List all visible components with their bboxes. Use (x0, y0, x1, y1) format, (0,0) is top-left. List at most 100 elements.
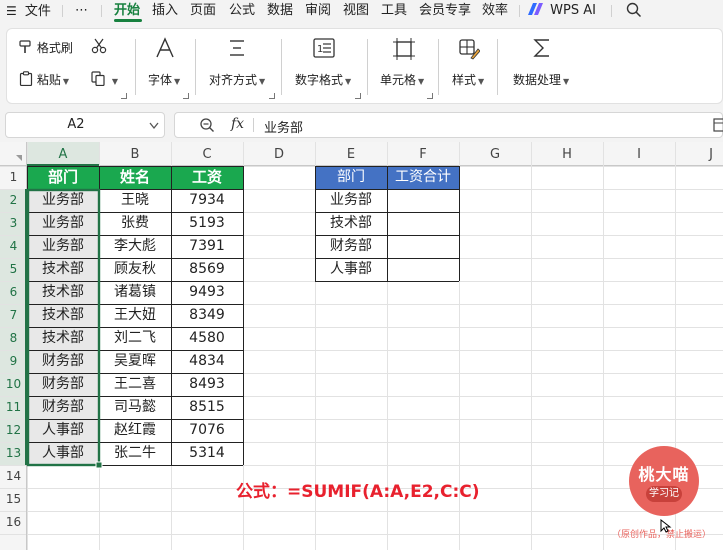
tab-insert[interactable]: 插入 (152, 2, 178, 20)
salary-cell[interactable]: 4580 (171, 327, 243, 350)
dept-cell[interactable]: 技术部 (27, 304, 99, 327)
salary-cell[interactable]: 7076 (171, 419, 243, 442)
dept-cell[interactable]: 技术部 (27, 327, 99, 350)
row-header[interactable]: 6 (0, 281, 27, 304)
row-header[interactable]: 3 (0, 212, 27, 235)
cut-button[interactable] (91, 38, 107, 57)
name-cell[interactable]: 刘二飞 (99, 327, 171, 350)
summary-header-cell[interactable]: 部门 (315, 166, 387, 189)
chevron-down-icon[interactable] (149, 122, 159, 130)
dept-cell[interactable]: 人事部 (27, 419, 99, 442)
tab-review[interactable]: 审阅 (305, 2, 331, 20)
name-cell[interactable]: 王晓 (99, 189, 171, 212)
row-header[interactable]: 9 (0, 350, 27, 373)
tab-data[interactable]: 数据 (267, 2, 293, 20)
dept-cell[interactable]: 财务部 (27, 396, 99, 419)
tab-home[interactable]: 开始 (114, 2, 140, 20)
dept-cell[interactable]: 业务部 (27, 235, 99, 258)
dialog-launcher-icon[interactable] (269, 93, 275, 99)
row-header[interactable]: 2 (0, 189, 27, 212)
column-header-i[interactable]: I (603, 143, 675, 166)
summary-dept-cell[interactable]: 业务部 (315, 189, 387, 212)
dialog-launcher-icon[interactable] (427, 93, 433, 99)
row-header[interactable]: 4 (0, 235, 27, 258)
summary-dept-cell[interactable]: 人事部 (315, 258, 387, 281)
column-header-f[interactable]: F (387, 143, 459, 166)
tab-efficiency[interactable]: 效率 (482, 2, 508, 20)
fx-icon[interactable]: fx (231, 116, 244, 132)
table-header-cell[interactable]: 部门 (27, 166, 99, 189)
name-cell[interactable]: 诸葛镇 (99, 281, 171, 304)
row-header[interactable]: 8 (0, 327, 27, 350)
tab-tools[interactable]: 工具 (381, 2, 407, 20)
name-cell[interactable]: 王大妞 (99, 304, 171, 327)
salary-cell[interactable]: 5314 (171, 442, 243, 465)
row-header[interactable]: 16 (0, 511, 27, 534)
table-header-cell[interactable]: 姓名 (99, 166, 171, 189)
name-cell[interactable]: 赵红霞 (99, 419, 171, 442)
tab-page[interactable]: 页面 (190, 2, 216, 20)
row-header[interactable]: 5 (0, 258, 27, 281)
column-header-e[interactable]: E (315, 143, 387, 166)
menu-file[interactable]: ☰ 文件 (6, 2, 51, 20)
name-cell[interactable]: 吴夏晖 (99, 350, 171, 373)
data-processing-button[interactable]: 数据处理 ▼ (513, 71, 569, 88)
salary-cell[interactable]: 8493 (171, 373, 243, 396)
summary-header-cell[interactable]: 工资合计 (387, 166, 459, 189)
column-header-j[interactable]: J (675, 143, 723, 166)
copy-button[interactable]: ▼ (91, 71, 118, 87)
dept-cell[interactable]: 业务部 (27, 212, 99, 235)
column-header-g[interactable]: G (459, 143, 531, 166)
formula-input[interactable]: fx 业务部 (174, 112, 723, 138)
more-menu-button[interactable]: ⋯ (75, 2, 88, 20)
dept-cell[interactable]: 人事部 (27, 442, 99, 465)
salary-cell[interactable]: 4834 (171, 350, 243, 373)
dept-cell[interactable]: 技术部 (27, 258, 99, 281)
column-header-b[interactable]: B (99, 143, 171, 166)
row-header[interactable]: 1 (0, 166, 27, 189)
salary-cell[interactable]: 8515 (171, 396, 243, 419)
salary-cell[interactable]: 7391 (171, 235, 243, 258)
salary-cell[interactable]: 8349 (171, 304, 243, 327)
tab-formula[interactable]: 公式 (229, 2, 255, 20)
dialog-launcher-icon[interactable] (121, 93, 127, 99)
dept-cell[interactable]: 技术部 (27, 281, 99, 304)
name-cell[interactable]: 王二喜 (99, 373, 171, 396)
format-painter-button[interactable]: 格式刷 (19, 39, 73, 56)
salary-cell[interactable]: 9493 (171, 281, 243, 304)
column-header-h[interactable]: H (531, 143, 603, 166)
dept-cell[interactable]: 财务部 (27, 373, 99, 396)
row-header[interactable]: 13 (0, 442, 27, 465)
name-cell[interactable]: 张费 (99, 212, 171, 235)
row-header[interactable]: 15 (0, 488, 27, 511)
name-cell[interactable]: 李大彪 (99, 235, 171, 258)
salary-cell[interactable]: 7934 (171, 189, 243, 212)
row-header[interactable]: 7 (0, 304, 27, 327)
table-header-cell[interactable]: 工资 (171, 166, 243, 189)
tab-view[interactable]: 视图 (343, 2, 369, 20)
search-button[interactable] (626, 2, 642, 20)
dialog-launcher-icon[interactable] (183, 93, 189, 99)
font-button[interactable]: 字体 ▼ (148, 71, 180, 88)
tab-member[interactable]: 会员专享 (419, 2, 471, 20)
paste-button[interactable]: 粘贴 ▼ (19, 71, 69, 88)
row-header[interactable]: 12 (0, 419, 27, 442)
alignment-button[interactable]: 对齐方式 ▼ (209, 71, 265, 88)
summary-dept-cell[interactable]: 技术部 (315, 212, 387, 235)
wps-ai-button[interactable]: WPS AI (528, 2, 596, 20)
dept-cell[interactable]: 业务部 (27, 189, 99, 212)
salary-cell[interactable]: 5193 (171, 212, 243, 235)
dialog-launcher-icon[interactable] (355, 93, 361, 99)
summary-dept-cell[interactable]: 财务部 (315, 235, 387, 258)
row-header[interactable]: 10 (0, 373, 27, 396)
name-cell[interactable]: 司马懿 (99, 396, 171, 419)
name-cell[interactable]: 顾友秋 (99, 258, 171, 281)
cells-button[interactable]: 单元格 ▼ (380, 71, 424, 88)
column-header-d[interactable]: D (243, 143, 315, 166)
dept-cell[interactable]: 财务部 (27, 350, 99, 373)
column-header-c[interactable]: C (171, 143, 243, 166)
name-cell[interactable]: 张二牛 (99, 442, 171, 465)
row-header[interactable]: 11 (0, 396, 27, 419)
zoom-icon[interactable] (199, 117, 215, 133)
name-box[interactable]: A2 (5, 112, 165, 138)
